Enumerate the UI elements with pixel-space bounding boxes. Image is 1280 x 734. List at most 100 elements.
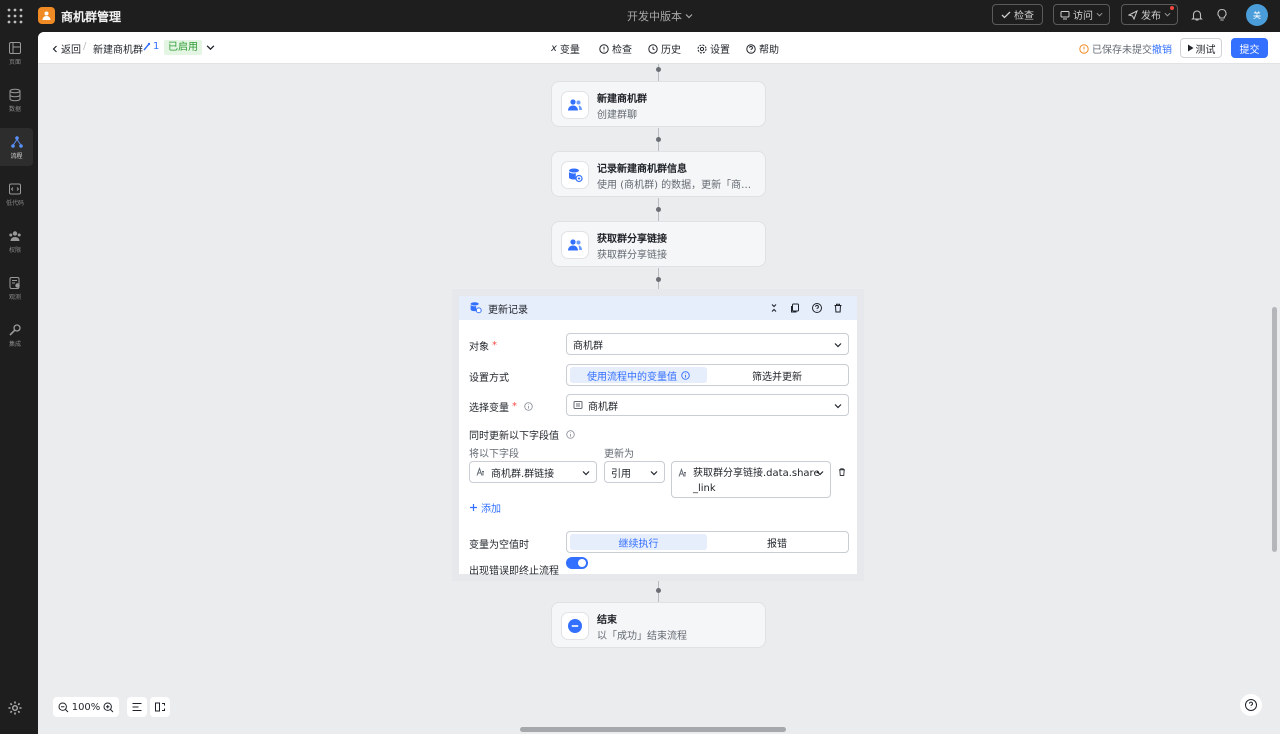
ref-value-select[interactable]: 获取群分享链接.data.share _link xyxy=(671,461,831,498)
menu-variable[interactable]: x 变量 xyxy=(551,41,580,56)
bell-icon[interactable] xyxy=(1190,8,1204,22)
chevron-left-icon xyxy=(52,45,57,52)
pages-icon xyxy=(9,41,21,54)
menu-help[interactable]: 帮助 xyxy=(746,41,779,56)
play-icon xyxy=(1187,44,1193,52)
undo-link[interactable]: 撤销 xyxy=(1152,41,1172,56)
warning-icon xyxy=(1079,43,1089,54)
avatar[interactable]: 美 xyxy=(1246,4,1268,26)
rail-item-lowcode[interactable]: 低代码 xyxy=(0,175,30,213)
empty-value-label: 变量为空值时 xyxy=(469,540,529,551)
help-icon[interactable] xyxy=(810,301,824,315)
menu-history-label: 历史 xyxy=(661,45,681,56)
chevron-down-icon[interactable] xyxy=(206,43,215,52)
back-label: 返回 xyxy=(61,45,81,56)
field-select[interactable]: 商机群.群链接 xyxy=(469,461,597,483)
publish-notification-dot xyxy=(1170,6,1174,10)
app-logo xyxy=(38,7,55,24)
add-field-label: 添加 xyxy=(481,504,501,515)
zoom-control: 100% xyxy=(53,697,119,717)
node-title: 记录新建商机群信息 xyxy=(597,164,687,175)
test-button[interactable]: 测试 xyxy=(1180,38,1222,58)
version-count[interactable]: 1 xyxy=(142,41,159,52)
variable-select[interactable]: 商机群 xyxy=(566,394,849,416)
vertical-scrollbar[interactable] xyxy=(1272,307,1277,552)
flow-node-record-info[interactable]: 记录新建商机群信息 使用 (商机群) 的数据，更新「商机群信息」 xyxy=(551,151,766,197)
rail-item-integration[interactable]: 集成 xyxy=(0,316,30,354)
variable-icon: x xyxy=(551,43,557,54)
delete-row-icon[interactable] xyxy=(836,466,848,478)
fields-label: 同时更新以下字段值 xyxy=(469,427,575,442)
info-icon xyxy=(524,402,533,411)
horizontal-scrollbar[interactable] xyxy=(520,727,786,732)
rail-item-flow[interactable]: 流程 xyxy=(0,128,33,166)
text-field-icon xyxy=(678,468,686,477)
rail-label: 权限 xyxy=(8,246,21,254)
rail-label: 集成 xyxy=(8,340,21,348)
flow-canvas[interactable]: 返回 / 新建商机群 1 已启用 x 变量 检查 历史 设置 帮助 已保存未提交… xyxy=(38,32,1280,734)
check-button-label: 检查 xyxy=(1014,11,1034,22)
object-select-value: 商机群 xyxy=(573,340,603,352)
panel-title: 更新记录 xyxy=(488,305,528,316)
menu-history[interactable]: 历史 xyxy=(648,41,681,56)
empty-option-continue[interactable]: 继续执行 xyxy=(570,534,707,550)
breadcrumb-separator: / xyxy=(83,41,87,52)
submit-button[interactable]: 提交 xyxy=(1231,38,1268,58)
gear-icon[interactable] xyxy=(7,700,23,716)
rail-item-observe[interactable]: 观测 xyxy=(0,269,30,307)
flow-node-end[interactable]: 结束 以「成功」结束流程 xyxy=(551,602,766,648)
help-fab-icon[interactable] xyxy=(1240,694,1262,716)
copy-icon[interactable] xyxy=(788,301,802,315)
object-select[interactable]: 商机群 xyxy=(566,333,849,355)
visit-button[interactable]: 访问 xyxy=(1053,4,1110,25)
menu-settings[interactable]: 设置 xyxy=(697,41,730,56)
align-icon[interactable] xyxy=(127,697,147,717)
delete-icon[interactable] xyxy=(831,301,845,315)
collapse-icon[interactable] xyxy=(767,301,781,315)
rail-item-pages[interactable]: 页面 xyxy=(0,34,30,72)
app-grid-icon[interactable] xyxy=(6,7,24,25)
update-record-panel: 更新记录 对象 * 商机群 设置方式 使用流程中的变量值 筛选并更新 选择变量 … xyxy=(452,289,864,581)
node-subtitle: 使用 (商机群) 的数据，更新「商机群信息」 xyxy=(597,180,759,191)
text-field-icon xyxy=(476,467,484,476)
version-selector[interactable]: 开发中版本 xyxy=(627,8,693,24)
flow-node-create-group[interactable]: 新建商机群 创建群聊 xyxy=(551,81,766,127)
back-button[interactable]: 返回 xyxy=(51,41,81,56)
chevron-down-icon xyxy=(685,14,693,19)
column-update-label: 更新为 xyxy=(604,449,634,460)
empty-option-error[interactable]: 报错 xyxy=(708,534,846,550)
integration-icon xyxy=(9,323,21,336)
flow-node-share-link[interactable]: 获取群分享链接 获取群分享链接 xyxy=(551,221,766,267)
stop-on-error-toggle[interactable] xyxy=(566,557,588,569)
connector-dot xyxy=(656,207,661,212)
mode-option-variable[interactable]: 使用流程中的变量值 xyxy=(570,367,707,383)
add-field-button[interactable]: 添加 xyxy=(469,500,501,515)
rail-item-data[interactable]: 数据 xyxy=(0,81,30,119)
visit-button-label: 访问 xyxy=(1073,11,1093,22)
version-label: 开发中版本 xyxy=(627,10,682,23)
rail-label: 观测 xyxy=(8,293,21,301)
lightbulb-icon[interactable] xyxy=(1215,8,1229,22)
rail-item-permission[interactable]: 权限 xyxy=(0,222,30,260)
check-button[interactable]: 检查 xyxy=(992,4,1043,25)
db-update-icon xyxy=(561,161,589,189)
settings-icon xyxy=(697,44,707,53)
column-field-label: 将以下字段 xyxy=(469,449,519,460)
ref-type-select[interactable]: 引用 xyxy=(604,461,665,483)
menu-check-label: 检查 xyxy=(612,45,632,56)
check-icon xyxy=(1001,11,1011,18)
group-users-icon xyxy=(561,91,589,119)
menu-settings-label: 设置 xyxy=(710,45,730,56)
zoom-in-icon[interactable] xyxy=(103,701,114,713)
zoom-out-icon[interactable] xyxy=(58,701,69,713)
app-title: 商机群管理 xyxy=(61,10,122,24)
variable-label-text: 选择变量 xyxy=(469,403,509,414)
chevron-down-icon xyxy=(1096,12,1103,17)
test-button-label: 测试 xyxy=(1195,44,1216,56)
menu-help-label: 帮助 xyxy=(759,45,779,56)
menu-check[interactable]: 检查 xyxy=(599,41,632,56)
fit-view-icon[interactable] xyxy=(150,697,170,717)
zoom-level: 100% xyxy=(71,701,101,713)
mode-option-filter[interactable]: 筛选并更新 xyxy=(708,367,846,383)
flow-icon xyxy=(10,135,23,148)
